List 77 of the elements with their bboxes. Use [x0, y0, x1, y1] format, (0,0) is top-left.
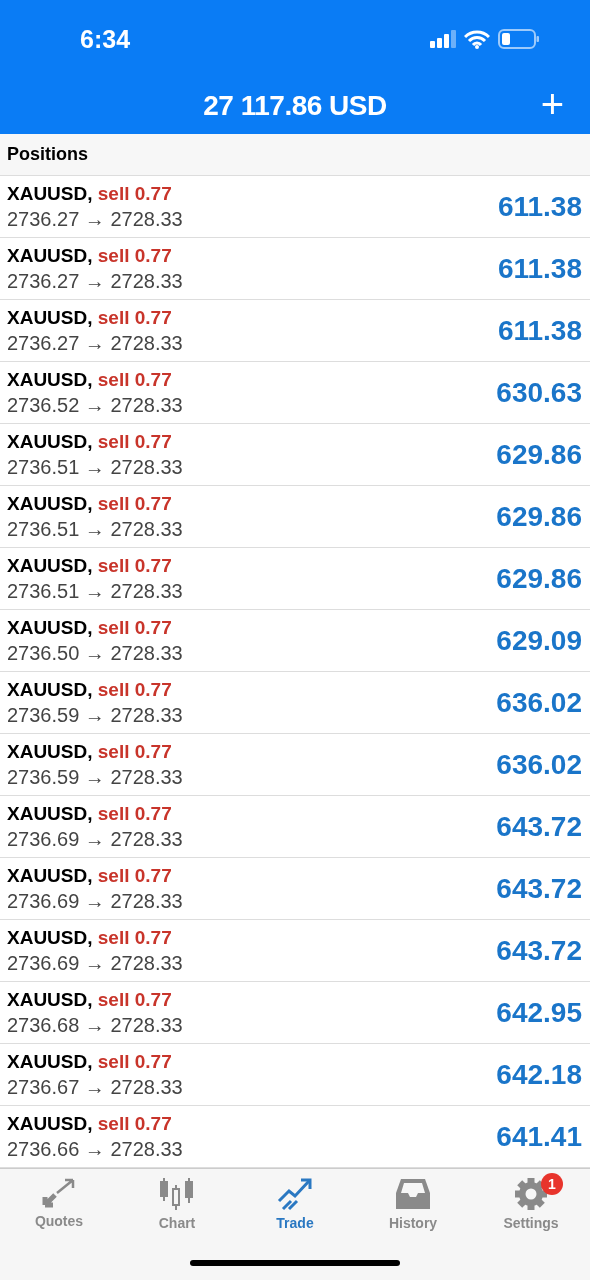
wifi-icon: [464, 29, 490, 49]
position-symbol: XAUUSD, sell 0.77: [7, 1112, 173, 1135]
position-row[interactable]: XAUUSD, sell 0.77 2736.50 → 2728.33 629.09: [0, 610, 590, 672]
position-profit: 643.72: [496, 810, 582, 843]
position-row[interactable]: XAUUSD, sell 0.77 2736.27 → 2728.33 611.38: [0, 176, 590, 238]
gear-icon: [513, 1177, 549, 1211]
position-prices: 2736.67 → 2728.33: [7, 1075, 183, 1099]
position-row[interactable]: XAUUSD, sell 0.77 2736.27 → 2728.33 611.38: [0, 238, 590, 300]
position-prices: 2736.59 → 2728.33: [7, 765, 183, 789]
position-profit: 630.63: [496, 376, 582, 409]
position-row[interactable]: XAUUSD, sell 0.77 2736.51 → 2728.33 629.86: [0, 424, 590, 486]
notification-badge: 1: [541, 1173, 563, 1195]
position-symbol: XAUUSD, sell 0.77: [7, 554, 173, 577]
position-profit: 642.95: [496, 996, 582, 1029]
position-symbol: XAUUSD, sell 0.77: [7, 988, 173, 1011]
position-prices: 2736.27 → 2728.33: [7, 331, 183, 355]
position-profit: 611.38: [497, 190, 582, 223]
candlestick-icon: [158, 1177, 196, 1211]
position-profit: 636.02: [496, 686, 582, 719]
position-profit: 643.72: [496, 934, 582, 967]
position-prices: 2736.51 → 2728.33: [7, 579, 183, 603]
position-symbol: XAUUSD, sell 0.77: [7, 740, 173, 763]
trend-icon: [277, 1177, 313, 1211]
position-profit: 629.86: [496, 562, 582, 595]
position-prices: 2736.52 → 2728.33: [7, 393, 183, 417]
position-row[interactable]: XAUUSD, sell 0.77 2736.51 → 2728.33 629.86: [0, 548, 590, 610]
position-row[interactable]: XAUUSD, sell 0.77 2736.67 → 2728.33 642.18: [0, 1044, 590, 1106]
status-time: 6:34: [80, 24, 131, 54]
position-prices: 2736.51 → 2728.33: [7, 455, 183, 479]
add-button[interactable]: +: [540, 84, 564, 124]
position-profit: 629.09: [496, 624, 582, 657]
position-symbol: XAUUSD, sell 0.77: [7, 368, 173, 391]
position-row[interactable]: XAUUSD, sell 0.77 2736.27 → 2728.33 611.38: [0, 300, 590, 362]
position-prices: 2736.27 → 2728.33: [7, 269, 183, 293]
position-symbol: XAUUSD, sell 0.77: [7, 678, 173, 701]
position-prices: 2736.66 → 2728.33: [7, 1137, 183, 1161]
position-profit: 629.86: [496, 500, 582, 533]
position-symbol: XAUUSD, sell 0.77: [7, 244, 173, 267]
position-symbol: XAUUSD, sell 0.77: [7, 1050, 173, 1073]
position-profit: 642.18: [496, 1058, 582, 1091]
section-title: Positions: [7, 144, 88, 165]
battery-icon: [498, 29, 540, 49]
position-symbol: XAUUSD, sell 0.77: [7, 306, 173, 329]
position-profit: 641.41: [496, 1120, 582, 1153]
position-prices: 2736.69 → 2728.33: [7, 951, 183, 975]
position-prices: 2736.59 → 2728.33: [7, 703, 183, 727]
position-row[interactable]: XAUUSD, sell 0.77 2736.59 → 2728.33 636.02: [0, 734, 590, 796]
position-symbol: XAUUSD, sell 0.77: [7, 802, 173, 825]
position-profit: 611.38: [497, 314, 582, 347]
arrows-icon: [41, 1177, 77, 1209]
position-prices: 2736.27 → 2728.33: [7, 207, 183, 231]
position-symbol: XAUUSD, sell 0.77: [7, 926, 173, 949]
position-row[interactable]: XAUUSD, sell 0.77 2736.51 → 2728.33 629.86: [0, 486, 590, 548]
position-prices: 2736.69 → 2728.33: [7, 827, 183, 851]
tab-bar-item[interactable]: Trade: [245, 1177, 345, 1231]
position-profit: 643.72: [496, 872, 582, 905]
position-symbol: XAUUSD, sell 0.77: [7, 182, 173, 205]
position-symbol: XAUUSD, sell 0.77: [7, 616, 173, 639]
position-profit: 629.86: [496, 438, 582, 471]
position-prices: 2736.50 → 2728.33: [7, 641, 183, 665]
position-profit: 636.02: [496, 748, 582, 781]
signal-icon: [430, 30, 456, 48]
position-symbol: XAUUSD, sell 0.77: [7, 430, 173, 453]
position-row[interactable]: XAUUSD, sell 0.77 2736.69 → 2728.33 643.72: [0, 858, 590, 920]
inbox-icon: [395, 1177, 431, 1211]
position-prices: 2736.69 → 2728.33: [7, 889, 183, 913]
position-row[interactable]: XAUUSD, sell 0.77 2736.69 → 2728.33 643.72: [0, 920, 590, 982]
position-profit: 611.38: [497, 252, 582, 285]
account-balance: 27 117.86 USD: [203, 90, 387, 122]
position-symbol: XAUUSD, sell 0.77: [7, 492, 173, 515]
position-row[interactable]: XAUUSD, sell 0.77 2736.69 → 2728.33 643.72: [0, 796, 590, 858]
position-row[interactable]: XAUUSD, sell 0.77 2736.68 → 2728.33 642.95: [0, 982, 590, 1044]
position-prices: 2736.68 → 2728.33: [7, 1013, 183, 1037]
position-row[interactable]: XAUUSD, sell 0.77 2736.59 → 2728.33 636.02: [0, 672, 590, 734]
position-prices: 2736.51 → 2728.33: [7, 517, 183, 541]
position-symbol: XAUUSD, sell 0.77: [7, 864, 173, 887]
position-row[interactable]: XAUUSD, sell 0.77 2736.52 → 2728.33 630.63: [0, 362, 590, 424]
